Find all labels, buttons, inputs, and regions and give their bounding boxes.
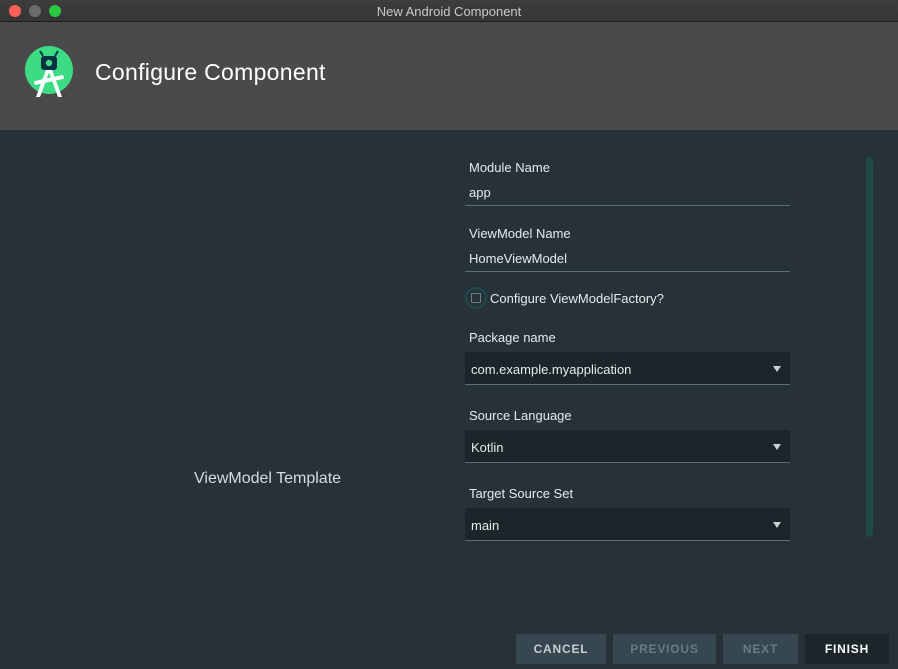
dropdown-arrow-icon bbox=[773, 366, 781, 372]
module-name-label: Module Name bbox=[469, 160, 550, 175]
source-language-label: Source Language bbox=[469, 408, 572, 423]
target-source-set-label: Target Source Set bbox=[469, 486, 574, 501]
decorative-dot bbox=[147, 209, 148, 210]
source-language-dropdown[interactable]: Kotlin bbox=[465, 430, 790, 463]
viewmodel-name-label: ViewModel Name bbox=[469, 226, 571, 241]
finish-button[interactable]: FINISH bbox=[805, 634, 889, 664]
page-title: Configure Component bbox=[95, 59, 326, 85]
module-name-field bbox=[465, 180, 794, 206]
window-title: New Android Component bbox=[376, 4, 522, 19]
wizard-header: Configure Component bbox=[0, 22, 898, 130]
dropdown-arrow-icon bbox=[773, 522, 781, 528]
package-name-label: Package name bbox=[469, 330, 556, 345]
previous-button[interactable]: PREVIOUS bbox=[613, 634, 716, 664]
target-source-set-dropdown[interactable]: main bbox=[465, 508, 790, 541]
package-name-value: com.example.myapplication bbox=[471, 362, 632, 377]
dropdown-arrow-icon bbox=[773, 444, 781, 450]
android-studio-logo-icon bbox=[25, 46, 73, 97]
viewmodel-factory-checkbox[interactable] bbox=[465, 287, 487, 309]
source-language-value: Kotlin bbox=[471, 440, 504, 455]
target-source-set-value: main bbox=[471, 518, 500, 533]
cancel-button[interactable]: CANCEL bbox=[516, 634, 606, 664]
next-button[interactable]: NEXT bbox=[723, 634, 798, 664]
template-name-label: ViewModel Template bbox=[194, 470, 342, 487]
viewmodel-name-field bbox=[465, 246, 794, 272]
window-titlebar: New Android Component bbox=[0, 0, 898, 22]
module-name-input[interactable] bbox=[465, 180, 794, 204]
viewmodel-factory-label: Configure ViewModelFactory? bbox=[490, 291, 664, 306]
package-name-dropdown[interactable]: com.example.myapplication bbox=[465, 352, 790, 385]
viewmodel-name-input[interactable] bbox=[465, 246, 794, 270]
form-scrollbar[interactable] bbox=[866, 157, 873, 537]
